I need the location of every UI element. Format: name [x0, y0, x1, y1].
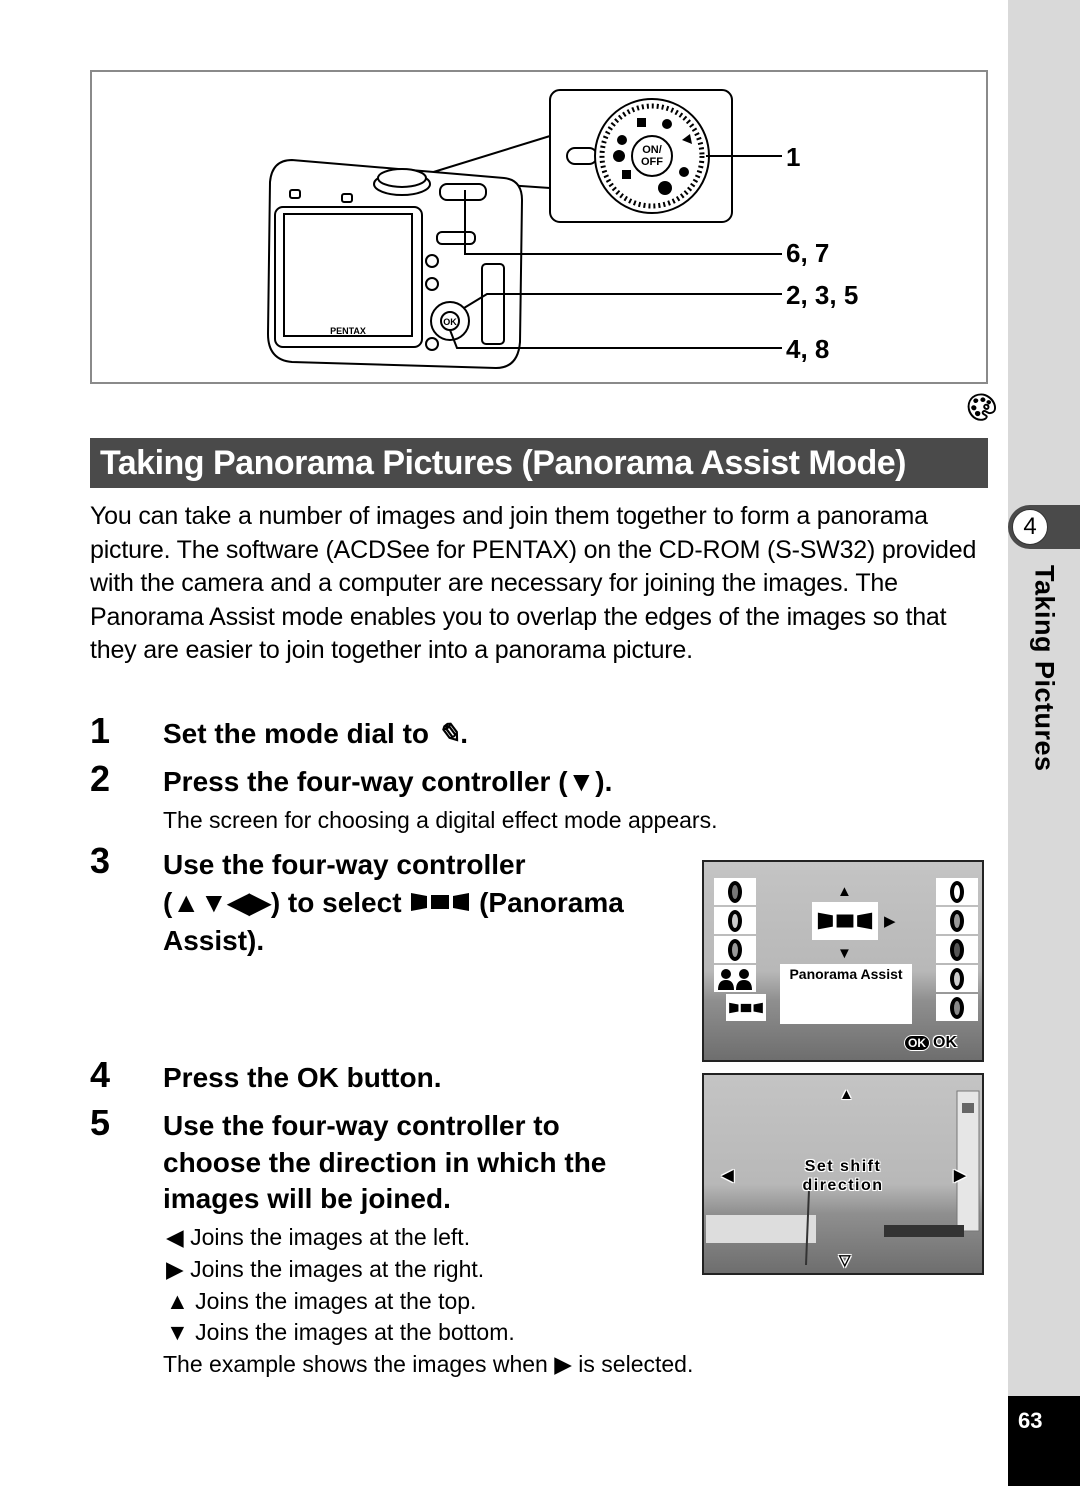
- svg-text:OFF: OFF: [641, 156, 663, 168]
- arrow-right-icon: ▶: [554, 1351, 572, 1377]
- mode-label-box: Panorama Assist: [780, 964, 912, 1024]
- note-text-a: The example shows the images when: [163, 1351, 555, 1377]
- step-4-text: Press the OK button.: [163, 1062, 442, 1093]
- svg-text:ON/: ON/: [642, 144, 662, 156]
- arrow-down-icon: ▼: [837, 945, 852, 962]
- arrow-down-icon: ▽: [839, 1252, 851, 1269]
- shift-direction-line1: Set shift: [804, 1158, 882, 1175]
- filter-icon: [714, 936, 756, 963]
- ok-button-icon: OK: [904, 1035, 930, 1051]
- page-number: 63: [1018, 1408, 1043, 1433]
- filter-icon: [936, 965, 978, 992]
- step-2-note: The screen for choosing a digital effect…: [163, 807, 718, 833]
- arrow-up-icon: ▲: [166, 1288, 189, 1314]
- camera-figure: ON/ OFF PENTAX OK 1 6, 7 2, 3, 5 4, 8: [90, 70, 988, 384]
- step-1-number: 1: [90, 710, 111, 751]
- digital-effect-mode-icon: ✎: [436, 718, 461, 749]
- callout-6-7: 6, 7: [786, 238, 830, 268]
- filter-icon: [936, 994, 978, 1021]
- two-people-icon: [714, 965, 756, 992]
- bullet-text: Joins the images at the left.: [190, 1224, 471, 1250]
- digital-effect-mode-icon: 🎨︎: [963, 392, 997, 422]
- bullet-text: Joins the images at the top.: [195, 1288, 477, 1314]
- ok-indicator: OK OK: [904, 1034, 957, 1052]
- chapter-title-text: Taking Pictures: [1029, 565, 1060, 772]
- bullet-text: Joins the images at the right.: [190, 1256, 485, 1282]
- arrow-left-icon: ◀: [166, 1224, 184, 1250]
- svg-text:OK: OK: [443, 317, 457, 327]
- step-2-number: 2: [90, 758, 111, 799]
- bullet-left: ◀ Joins the images at the left.: [166, 1224, 470, 1251]
- arrow-up-icon: ▲: [837, 883, 852, 900]
- step-4-number: 4: [90, 1054, 111, 1095]
- shift-direction-label: Set shift direction: [704, 1157, 982, 1195]
- bullet-bottom: ▼ Joins the images at the bottom.: [166, 1319, 515, 1346]
- filter-icon: [936, 907, 978, 934]
- chapter-number: 4: [1012, 509, 1048, 545]
- shift-direction-line2: direction: [802, 1177, 884, 1194]
- panorama-assist-icon: [726, 994, 766, 1021]
- panorama-assist-selected-icon: [812, 902, 878, 940]
- step-3-number: 3: [90, 840, 111, 881]
- screen-digital-effect-menu: ▲ ▶ ▼ Panorama Assist OK OK: [702, 860, 984, 1062]
- mode-label: Panorama Assist: [789, 966, 903, 982]
- step-5-number: 5: [90, 1102, 111, 1143]
- callout-1: 1: [786, 142, 801, 172]
- step-5-note: The example shows the images when ▶ is s…: [163, 1351, 693, 1378]
- callout-4-8: 4, 8: [786, 334, 830, 364]
- panorama-assist-icon: [409, 886, 471, 923]
- section-title: Taking Panorama Pictures (Panorama Assis…: [100, 444, 906, 482]
- filter-icon: [714, 878, 756, 905]
- step-2-text: Press the four-way controller (▼).: [163, 766, 613, 797]
- filter-icon: [714, 907, 756, 934]
- callout-2-3-5: 2, 3, 5: [786, 280, 859, 310]
- camera-body: [266, 158, 524, 370]
- step-3-line1: Use the four-way controller: [163, 849, 526, 880]
- svg-text:PENTAX: PENTAX: [330, 326, 366, 336]
- note-text-b: is selected.: [571, 1351, 694, 1377]
- arrow-right-icon: ▶: [166, 1256, 184, 1282]
- step-5-line2: choose the direction in which the: [163, 1147, 607, 1178]
- filter-icon: [936, 936, 978, 963]
- arrow-up-icon: ▲: [839, 1086, 854, 1103]
- step-5-line3: images will be joined.: [163, 1183, 451, 1214]
- bullet-text: Joins the images at the bottom.: [195, 1319, 515, 1345]
- ok-text: OK: [933, 1034, 957, 1051]
- chapter-title: Taking Pictures: [1014, 565, 1074, 785]
- step-3-line2: (▲▼◀▶) to select (Panorama: [163, 884, 624, 923]
- arrow-right-icon: ▶: [884, 913, 896, 930]
- screen-set-shift-direction: ▲ ◀ ▶ ▽ Set shift direction: [702, 1073, 984, 1275]
- step-1-text-a: Set the mode dial to: [163, 718, 437, 749]
- step-3-line2-b: (Panorama: [471, 887, 624, 918]
- bullet-top: ▲ Joins the images at the top.: [166, 1288, 476, 1315]
- step-1-text-b: .: [460, 718, 469, 749]
- intro-paragraph: You can take a number of images and join…: [90, 502, 977, 664]
- arrow-down-icon: ▼: [166, 1319, 189, 1345]
- filter-icon: [936, 878, 978, 905]
- step-3-line2-a: (▲▼◀▶) to select: [163, 887, 410, 918]
- camera-illustration: ON/ OFF PENTAX OK: [266, 89, 782, 370]
- step-1-text: Set the mode dial to ✎.: [163, 715, 468, 752]
- bullet-right: ▶ Joins the images at the right.: [166, 1256, 484, 1283]
- step-5-line1: Use the four-way controller to: [163, 1110, 560, 1141]
- step-3-line3: Assist).: [163, 925, 265, 956]
